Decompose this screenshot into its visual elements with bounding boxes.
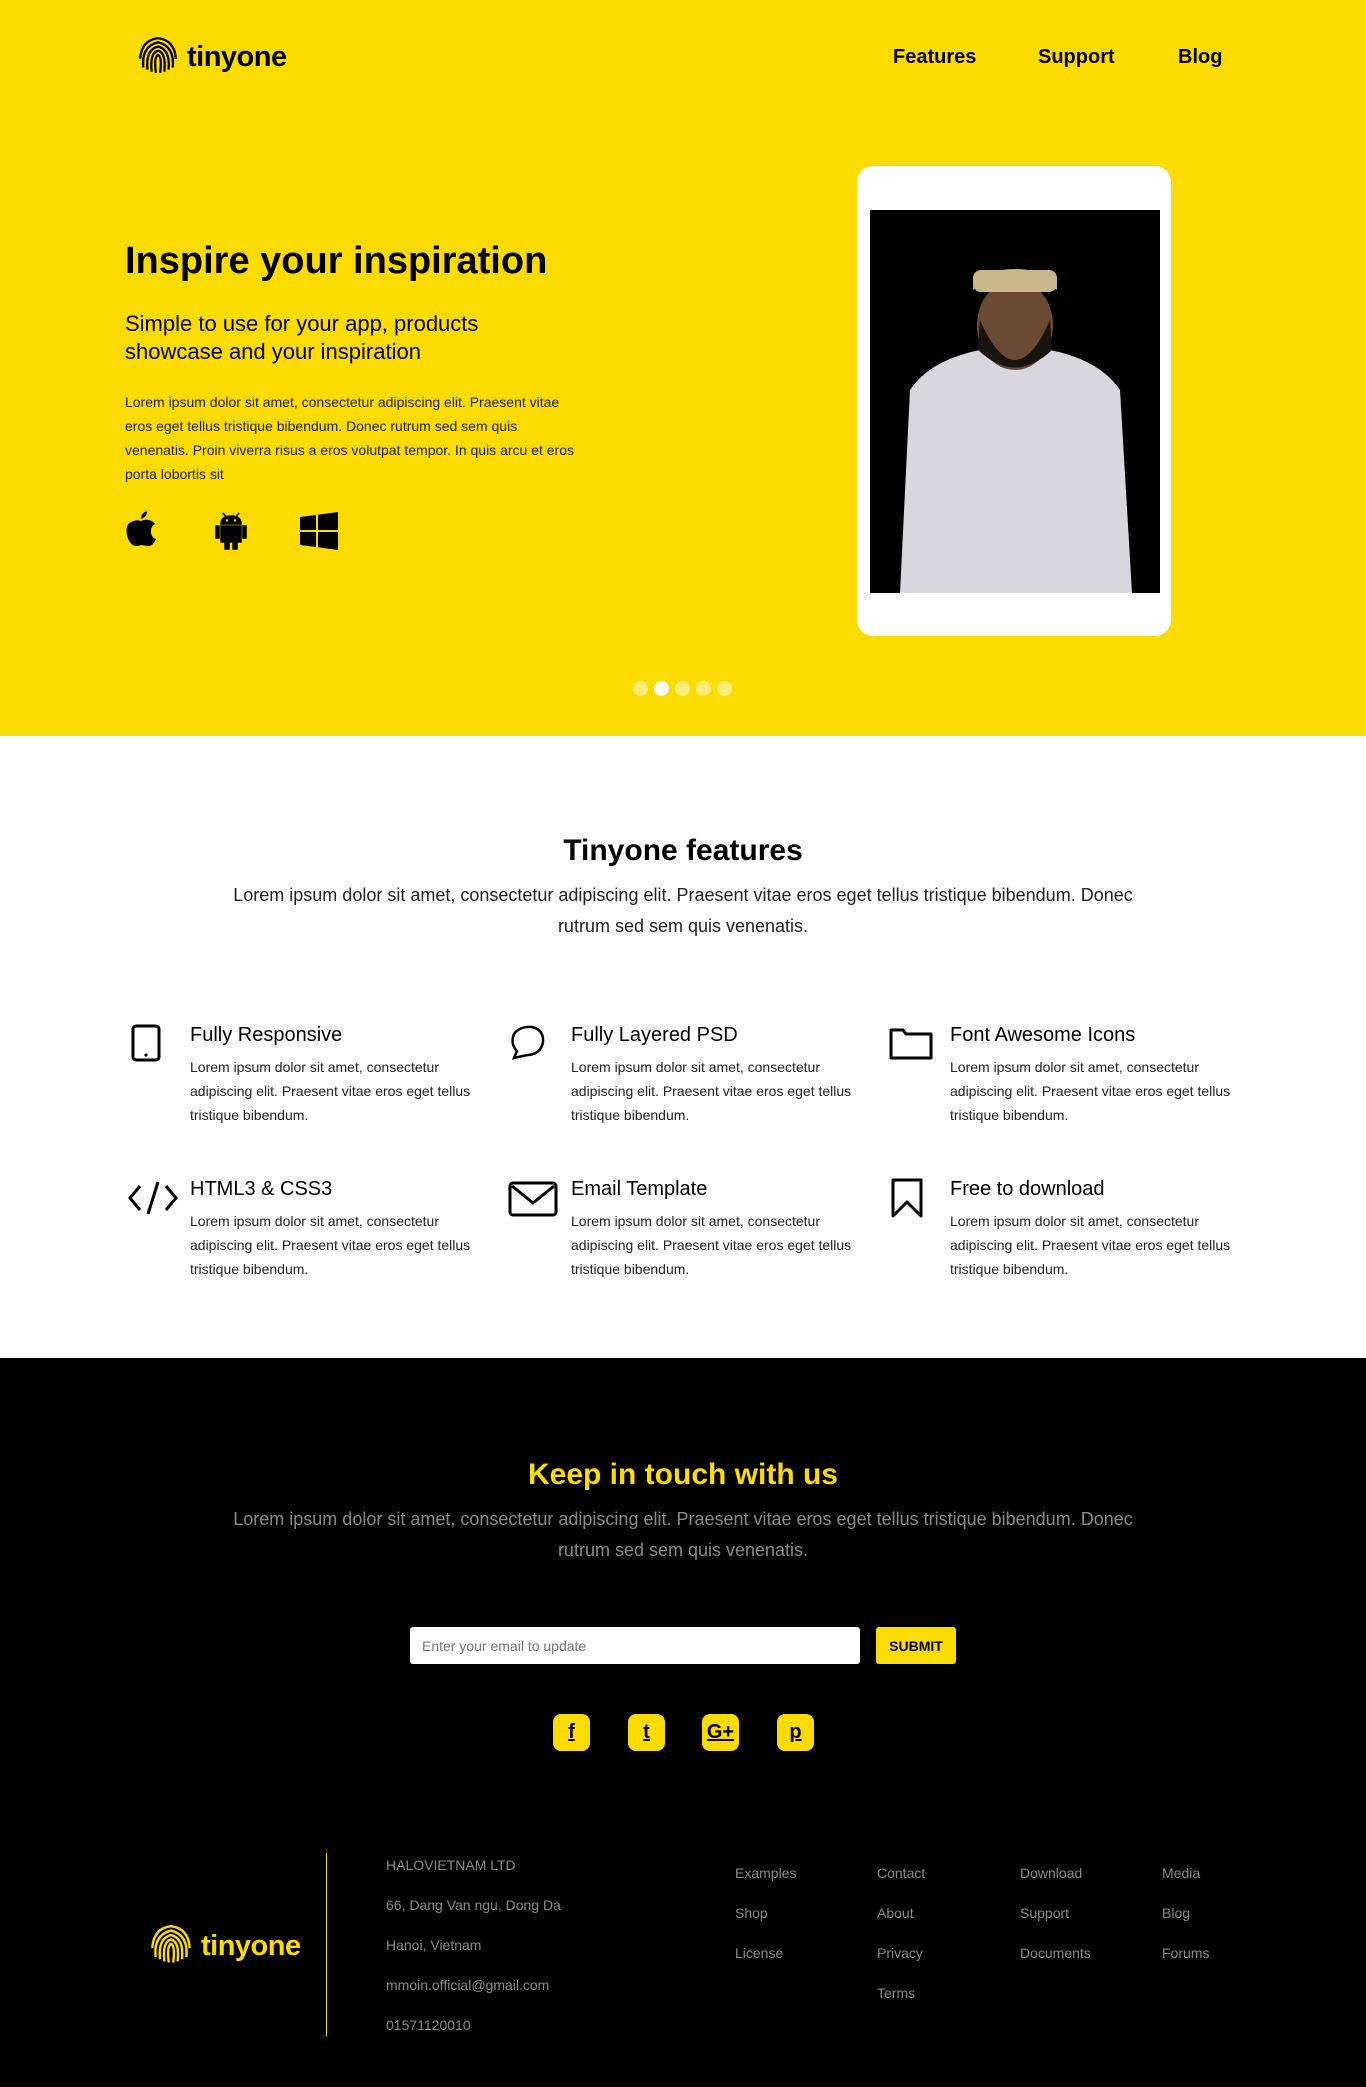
- slider-dot[interactable]: [633, 681, 648, 696]
- contact-title: Keep in touch with us: [527, 1458, 838, 1491]
- envelope-icon: [508, 1181, 558, 1217]
- hero-title: Inspire your inspiration: [125, 240, 548, 282]
- slider-dot-active[interactable]: [654, 681, 669, 696]
- footer-link[interactable]: Privacy: [877, 1945, 923, 1961]
- footer-address-line: 01571120010: [386, 2017, 471, 2033]
- feature-text: Lorem ipsum dolor sit amet, consectetur …: [950, 1059, 1231, 1123]
- fingerprint-icon: [138, 36, 178, 74]
- google-plus-icon[interactable]: G+: [702, 1714, 739, 1751]
- footer-divider: [326, 1853, 327, 2036]
- bookmark-icon: [891, 1178, 923, 1218]
- speech-bubble-icon: [511, 1025, 545, 1060]
- footer-link[interactable]: Forums: [1162, 1945, 1209, 1961]
- android-icon[interactable]: [215, 512, 247, 550]
- feature-title: HTML3 & CSS3: [190, 1178, 333, 1200]
- feature-text: Lorem ipsum dolor sit amet, consectetur …: [571, 1213, 852, 1277]
- showcase-photo: [870, 210, 1160, 593]
- feature-title: Font Awesome Icons: [950, 1024, 1136, 1046]
- feature-item: Fully Layered PSD Lorem ipsum dolor sit …: [571, 1024, 871, 1127]
- facebook-icon[interactable]: f: [553, 1714, 590, 1751]
- feature-text: Lorem ipsum dolor sit amet, consectetur …: [950, 1213, 1231, 1277]
- footer-link[interactable]: Download: [1020, 1865, 1082, 1881]
- social-glyph: t: [643, 1721, 650, 1743]
- nav-blog[interactable]: Blog: [1178, 46, 1222, 69]
- slider-dot[interactable]: [717, 681, 732, 696]
- hero-section: tinyone Features Support Blog Inspire yo…: [0, 0, 1366, 736]
- footer-link[interactable]: Blog: [1162, 1905, 1190, 1921]
- social-glyph: G+: [706, 1721, 735, 1743]
- social-glyph: p: [789, 1721, 802, 1743]
- fingerprint-icon: [151, 1924, 191, 1964]
- code-icon: [128, 1181, 178, 1215]
- apple-icon[interactable]: [125, 509, 157, 547]
- hero-text: Lorem ipsum dolor sit amet, consectetur …: [125, 394, 574, 482]
- email-input[interactable]: [410, 1627, 860, 1664]
- feature-title: Fully Responsive: [190, 1024, 343, 1046]
- contact-description: Lorem ipsum dolor sit amet, consectetur …: [233, 1509, 1133, 1560]
- footer-link[interactable]: License: [735, 1945, 783, 1961]
- phone-mockup: [857, 166, 1171, 636]
- footer-link[interactable]: Shop: [735, 1905, 768, 1921]
- features-description: Lorem ipsum dolor sit amet, consectetur …: [233, 885, 1133, 936]
- nav-features[interactable]: Features: [893, 46, 976, 69]
- footer-link[interactable]: Documents: [1020, 1945, 1091, 1961]
- feature-text: Lorem ipsum dolor sit amet, consectetur …: [571, 1059, 852, 1123]
- footer-link[interactable]: Media: [1162, 1865, 1200, 1881]
- submit-button[interactable]: SUBMIT: [876, 1627, 956, 1664]
- slider-dots: [633, 681, 732, 696]
- feature-item: Font Awesome Icons Lorem ipsum dolor sit…: [950, 1024, 1250, 1127]
- folder-icon: [889, 1028, 933, 1060]
- footer-address-line: 66, Dang Van ngu, Dong Da: [386, 1897, 561, 1913]
- feature-item: Free to download Lorem ipsum dolor sit a…: [950, 1178, 1250, 1281]
- slider-dot[interactable]: [675, 681, 690, 696]
- footer-link[interactable]: About: [877, 1905, 914, 1921]
- feature-title: Fully Layered PSD: [571, 1024, 738, 1046]
- twitter-icon[interactable]: t: [628, 1714, 665, 1751]
- feature-item: Email Template Lorem ipsum dolor sit ame…: [571, 1178, 871, 1281]
- brand-name: tinyone: [187, 40, 287, 73]
- footer-link[interactable]: Support: [1020, 1905, 1069, 1921]
- feature-title: Email Template: [571, 1178, 708, 1200]
- feature-text: Lorem ipsum dolor sit amet, consectetur …: [190, 1213, 471, 1277]
- hero-subtitle: Simple to use for your app, products sho…: [125, 311, 479, 364]
- feature-text: Lorem ipsum dolor sit amet, consectetur …: [190, 1059, 471, 1123]
- footer-link[interactable]: Terms: [877, 1985, 915, 2001]
- feature-item: Fully Responsive Lorem ipsum dolor sit a…: [190, 1024, 490, 1127]
- feature-title: Free to download: [950, 1178, 1105, 1200]
- feature-item: HTML3 & CSS3 Lorem ipsum dolor sit amet,…: [190, 1178, 490, 1281]
- footer-link[interactable]: Contact: [877, 1865, 925, 1881]
- brand-logo[interactable]: tinyone: [137, 36, 287, 78]
- nav-support[interactable]: Support: [1038, 46, 1115, 69]
- footer-logo[interactable]: tinyone: [149, 1924, 301, 1968]
- social-glyph: f: [568, 1721, 575, 1743]
- footer-address-line: mmoin.official@gmail.com: [386, 1977, 550, 1993]
- footer-link[interactable]: Examples: [735, 1865, 796, 1881]
- windows-icon[interactable]: [300, 512, 338, 550]
- footer-brand-name: tinyone: [201, 1929, 301, 1962]
- features-title: Tinyone features: [563, 834, 803, 867]
- footer-address-line: Hanoi, Vietnam: [386, 1937, 482, 1953]
- footer-address-line: HALOVIETNAM LTD: [386, 1857, 516, 1873]
- pinterest-icon[interactable]: p: [777, 1714, 814, 1751]
- tablet-icon: [131, 1024, 161, 1062]
- slider-dot[interactable]: [696, 681, 711, 696]
